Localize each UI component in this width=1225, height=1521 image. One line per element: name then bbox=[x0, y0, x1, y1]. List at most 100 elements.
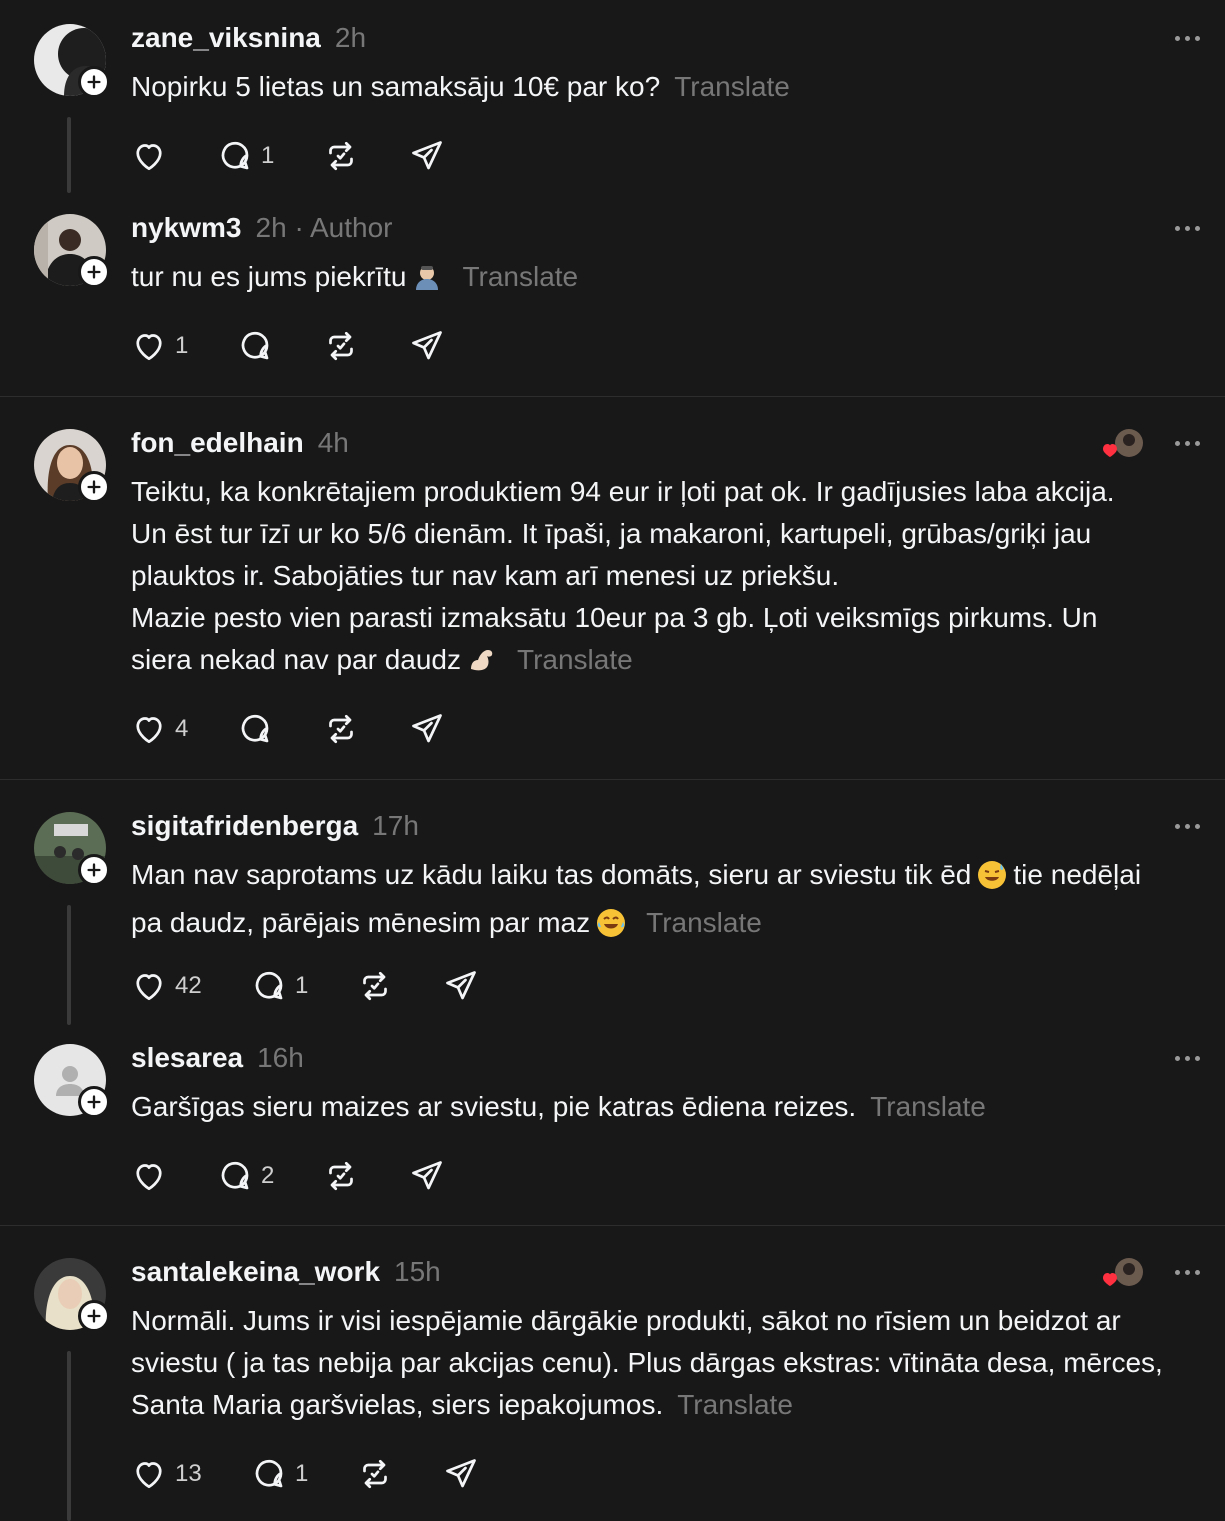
reply-button[interactable] bbox=[237, 709, 323, 749]
reply-button[interactable]: 1 bbox=[251, 966, 357, 1006]
repost-button[interactable] bbox=[357, 966, 443, 1006]
repost-icon bbox=[323, 711, 359, 747]
post-text: Garšīgas sieru maizes ar sviestu, pie ka… bbox=[131, 1091, 986, 1122]
like-button[interactable] bbox=[131, 136, 217, 176]
joy-emoji-icon bbox=[596, 908, 626, 950]
follow-plus-icon[interactable] bbox=[78, 1300, 110, 1332]
reply-count: 1 bbox=[295, 1460, 309, 1487]
repost-button[interactable] bbox=[323, 709, 409, 749]
heart-icon bbox=[131, 968, 167, 1004]
follow-plus-icon[interactable] bbox=[78, 66, 110, 98]
repost-button[interactable] bbox=[323, 326, 409, 366]
heart-icon bbox=[131, 1456, 167, 1492]
username[interactable]: fon_edelhain 4h bbox=[131, 427, 349, 459]
thread-line bbox=[67, 117, 71, 193]
author-liked-indicator bbox=[1099, 427, 1145, 461]
follow-plus-icon[interactable] bbox=[78, 256, 110, 288]
reply-button[interactable]: 1 bbox=[251, 1454, 357, 1494]
like-button[interactable]: 1 bbox=[131, 326, 237, 366]
timestamp: 15h bbox=[394, 1256, 441, 1287]
author-liked-indicator bbox=[1099, 1256, 1145, 1290]
like-button[interactable] bbox=[131, 1156, 217, 1196]
like-button[interactable]: 13 bbox=[131, 1454, 251, 1494]
repost-icon bbox=[357, 968, 393, 1004]
post-text: tur nu es jums piekrītu Translate bbox=[131, 256, 1211, 304]
more-icon[interactable] bbox=[1167, 28, 1207, 48]
timestamp: 16h bbox=[257, 1042, 304, 1073]
action-bar: 1 bbox=[131, 136, 445, 176]
reply-button[interactable]: 2 bbox=[217, 1156, 323, 1196]
divider bbox=[0, 396, 1225, 397]
comment-icon bbox=[217, 1158, 253, 1194]
repost-icon bbox=[323, 328, 359, 364]
like-count: 42 bbox=[175, 972, 202, 999]
username[interactable]: nykwm3 2h · Author bbox=[131, 212, 393, 244]
heart-icon bbox=[131, 711, 167, 747]
username[interactable]: sigitafridenberga 17h bbox=[131, 810, 419, 842]
follow-plus-icon[interactable] bbox=[78, 1086, 110, 1118]
follow-plus-icon[interactable] bbox=[78, 854, 110, 886]
comment-icon bbox=[251, 1456, 287, 1492]
action-bar: 4 bbox=[131, 709, 445, 749]
translate-link[interactable]: Translate bbox=[870, 1091, 986, 1122]
translate-link[interactable]: Translate bbox=[674, 71, 790, 102]
more-icon[interactable] bbox=[1167, 218, 1207, 238]
action-bar: 13 1 bbox=[131, 1454, 479, 1494]
share-button[interactable] bbox=[443, 1454, 479, 1494]
like-count: 4 bbox=[175, 715, 189, 742]
share-button[interactable] bbox=[443, 966, 479, 1006]
reply-count: 1 bbox=[295, 972, 309, 999]
share-icon bbox=[409, 1158, 445, 1194]
like-count: 13 bbox=[175, 1460, 202, 1487]
username[interactable]: santalekeina_work 15h bbox=[131, 1256, 441, 1288]
more-icon[interactable] bbox=[1167, 1262, 1207, 1282]
like-button[interactable]: 4 bbox=[131, 709, 237, 749]
reply-button[interactable] bbox=[237, 326, 323, 366]
divider bbox=[0, 1225, 1225, 1226]
share-icon bbox=[443, 968, 479, 1004]
repost-icon bbox=[323, 138, 359, 174]
post-text: Man nav saprotams uz kādu laiku tas domā… bbox=[131, 854, 1211, 950]
username[interactable]: zane_viksnina 2h bbox=[131, 22, 366, 54]
share-button[interactable] bbox=[409, 326, 445, 366]
like-count: 1 bbox=[175, 332, 189, 359]
thread-line bbox=[67, 1351, 71, 1521]
timestamp: 2h bbox=[334, 22, 367, 53]
thread-line bbox=[67, 905, 71, 1025]
post-text: Teiktu, ka konkrētajiem produktiem 94 eu… bbox=[131, 471, 1211, 687]
reply-count: 1 bbox=[261, 142, 275, 169]
repost-icon bbox=[323, 1158, 359, 1194]
post-text: Normāli. Jums ir visi iespējamie dārgāki… bbox=[131, 1305, 1163, 1420]
translate-link[interactable]: Translate bbox=[462, 261, 578, 292]
reply-button[interactable]: 1 bbox=[217, 136, 323, 176]
repost-button[interactable] bbox=[357, 1454, 443, 1494]
comment-icon bbox=[237, 711, 273, 747]
more-icon[interactable] bbox=[1167, 433, 1207, 453]
sweat-smile-emoji-icon bbox=[977, 860, 1007, 902]
author-badge: · Author bbox=[294, 212, 393, 243]
more-icon[interactable] bbox=[1167, 1048, 1207, 1068]
share-icon bbox=[409, 328, 445, 364]
translate-link[interactable]: Translate bbox=[517, 644, 633, 675]
heart-icon bbox=[131, 328, 167, 364]
share-button[interactable] bbox=[409, 136, 445, 176]
heart-icon bbox=[131, 1158, 167, 1194]
share-button[interactable] bbox=[409, 709, 445, 749]
action-bar: 1 bbox=[131, 326, 445, 366]
timestamp: 2h bbox=[255, 212, 287, 243]
share-button[interactable] bbox=[409, 1156, 445, 1196]
share-icon bbox=[409, 711, 445, 747]
translate-link[interactable]: Translate bbox=[646, 907, 762, 938]
flexed-biceps-emoji-icon bbox=[467, 645, 497, 687]
reply-count: 2 bbox=[261, 1162, 275, 1189]
like-button[interactable]: 42 bbox=[131, 966, 251, 1006]
more-icon[interactable] bbox=[1167, 816, 1207, 836]
share-icon bbox=[409, 138, 445, 174]
heart-icon bbox=[131, 138, 167, 174]
repost-button[interactable] bbox=[323, 1156, 409, 1196]
translate-link[interactable]: Translate bbox=[677, 1389, 793, 1420]
username[interactable]: slesarea 16h bbox=[131, 1042, 304, 1074]
repost-button[interactable] bbox=[323, 136, 409, 176]
follow-plus-icon[interactable] bbox=[78, 471, 110, 503]
comment-icon bbox=[217, 138, 253, 174]
